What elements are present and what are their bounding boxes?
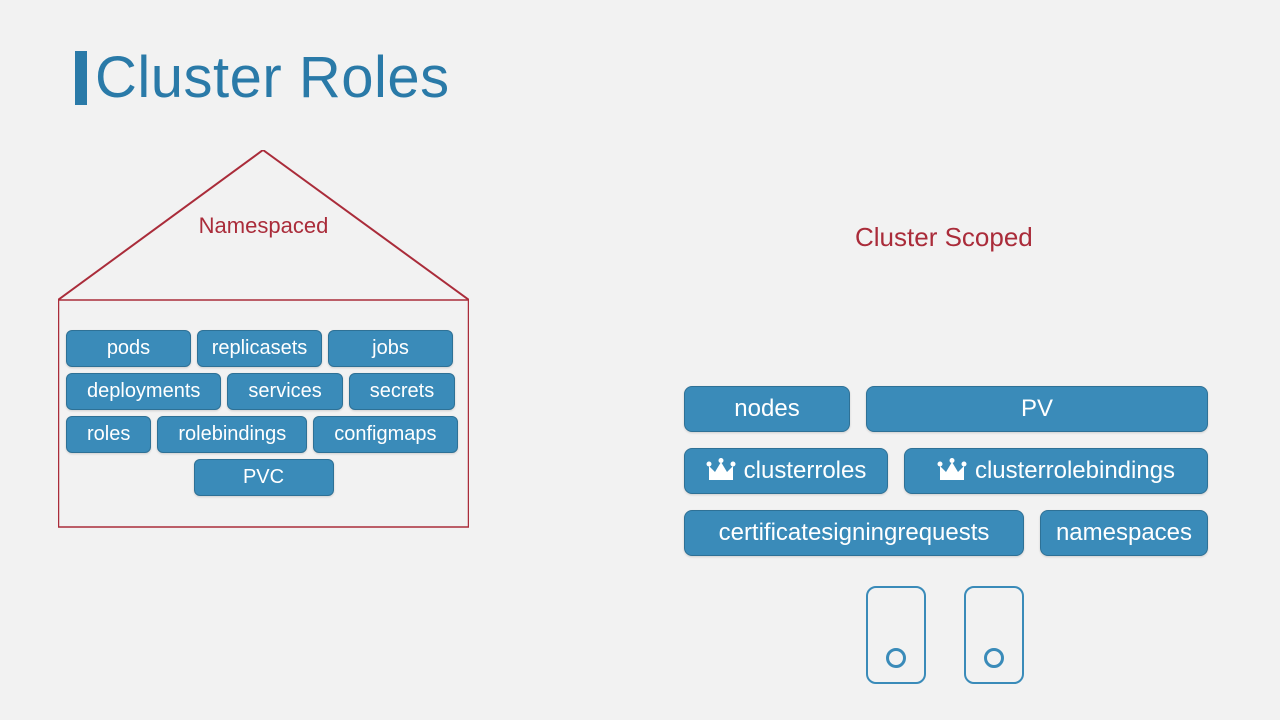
pill-deployments: deployments <box>66 373 221 410</box>
pill-clusterrolebindings-label: clusterrolebindings <box>975 457 1175 485</box>
pill-configmaps: configmaps <box>313 416 457 453</box>
node-badge-icon <box>866 586 926 684</box>
crown-icon <box>706 458 736 484</box>
pill-nodes: nodes <box>684 386 850 432</box>
namespaced-house: Namespaced pods replicasets jobs deploym… <box>58 150 469 528</box>
pill-pods: pods <box>66 330 191 367</box>
pill-services: services <box>227 373 342 410</box>
cluster-scoped-label: Cluster Scoped <box>855 222 1033 253</box>
pill-secrets: secrets <box>349 373 455 410</box>
node-badge-icon <box>964 586 1024 684</box>
pill-roles: roles <box>66 416 151 453</box>
page-title: Cluster Roles <box>75 44 450 111</box>
pill-namespaces: namespaces <box>1040 510 1208 556</box>
title-text: Cluster Roles <box>95 44 450 111</box>
pill-clusterroles: clusterroles <box>684 448 888 494</box>
node-badges <box>866 586 1024 684</box>
cluster-scoped-grid: nodes PV clusterroles clusterrolebinding… <box>684 386 1208 572</box>
pill-pv: PV <box>866 386 1208 432</box>
pill-csr: certificatesigningrequests <box>684 510 1024 556</box>
pill-rolebindings: rolebindings <box>157 416 307 453</box>
namespaced-pill-grid: pods replicasets jobs deployments servic… <box>66 330 461 502</box>
pill-jobs: jobs <box>328 330 453 367</box>
pill-replicasets: replicasets <box>197 330 322 367</box>
pill-clusterroles-label: clusterroles <box>744 457 867 485</box>
title-accent-bar <box>75 51 87 105</box>
pill-clusterrolebindings: clusterrolebindings <box>904 448 1208 494</box>
crown-icon <box>937 458 967 484</box>
pill-pvc: PVC <box>194 459 334 496</box>
